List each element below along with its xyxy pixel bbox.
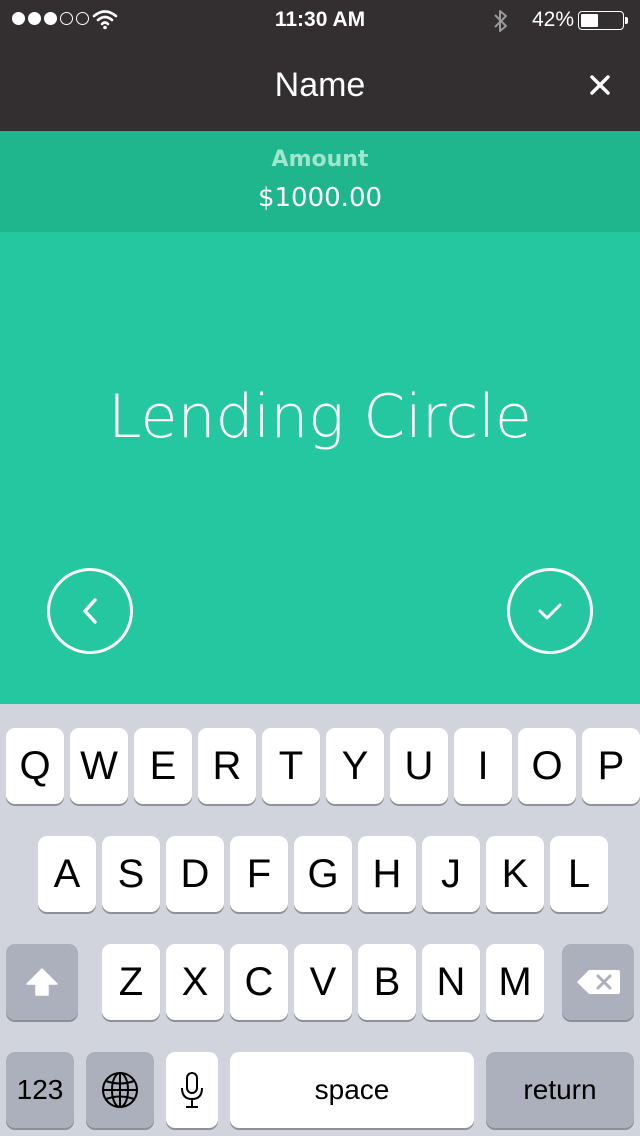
key-x[interactable]: X <box>166 944 224 1020</box>
delete-icon <box>577 970 620 994</box>
key-j[interactable]: J <box>422 836 480 912</box>
key-m[interactable]: M <box>486 944 544 1020</box>
key-y[interactable]: Y <box>326 728 384 804</box>
key-a[interactable]: A <box>38 836 96 912</box>
amount-label: Amount <box>271 147 369 172</box>
status-bar: 11:30 AM 42% <box>0 0 640 40</box>
key-l[interactable]: L <box>550 836 608 912</box>
close-icon <box>590 75 610 95</box>
key-t[interactable]: T <box>262 728 320 804</box>
keyboard: Q W E R T Y U I O P A S D F G H J K L Z … <box>0 704 640 1136</box>
key-h[interactable]: H <box>358 836 416 912</box>
shift-key[interactable] <box>6 944 78 1020</box>
key-i[interactable]: I <box>454 728 512 804</box>
key-z[interactable]: Z <box>102 944 160 1020</box>
key-o[interactable]: O <box>518 728 576 804</box>
checkmark-icon <box>538 603 562 620</box>
key-d[interactable]: D <box>166 836 224 912</box>
bluetooth-icon <box>494 10 507 32</box>
shift-icon <box>26 968 58 996</box>
name-entry-area <box>0 232 640 704</box>
battery-level-fill <box>581 14 598 27</box>
key-q[interactable]: Q <box>6 728 64 804</box>
battery-icon <box>578 11 624 30</box>
nav-title: Name <box>274 66 366 104</box>
key-g[interactable]: G <box>294 836 352 912</box>
amount-summary: Amount $1000.00 <box>0 131 640 232</box>
microphone-icon <box>181 1072 203 1108</box>
confirm-button[interactable] <box>507 568 593 654</box>
key-u[interactable]: U <box>390 728 448 804</box>
battery-percent: 42% <box>531 8 574 31</box>
back-button[interactable] <box>47 568 133 654</box>
key-s[interactable]: S <box>102 836 160 912</box>
key-k[interactable]: K <box>486 836 544 912</box>
return-key[interactable]: return <box>486 1052 634 1128</box>
space-key[interactable]: space <box>230 1052 474 1128</box>
numbers-key[interactable]: 123 <box>6 1052 74 1128</box>
delete-key[interactable] <box>562 944 634 1020</box>
name-input[interactable] <box>20 372 620 462</box>
globe-key[interactable] <box>86 1052 154 1128</box>
battery-nub <box>625 17 628 24</box>
key-r[interactable]: R <box>198 728 256 804</box>
chevron-left-icon <box>83 598 97 624</box>
globe-icon <box>102 1072 138 1108</box>
close-button[interactable] <box>580 65 620 105</box>
key-v[interactable]: V <box>294 944 352 1020</box>
key-b[interactable]: B <box>358 944 416 1020</box>
key-c[interactable]: C <box>230 944 288 1020</box>
key-f[interactable]: F <box>230 836 288 912</box>
microphone-key[interactable] <box>166 1052 218 1128</box>
key-w[interactable]: W <box>70 728 128 804</box>
nav-bar: Name <box>0 40 640 131</box>
key-e[interactable]: E <box>134 728 192 804</box>
key-p[interactable]: P <box>582 728 640 804</box>
amount-value: $1000.00 <box>257 183 383 213</box>
key-n[interactable]: N <box>422 944 480 1020</box>
